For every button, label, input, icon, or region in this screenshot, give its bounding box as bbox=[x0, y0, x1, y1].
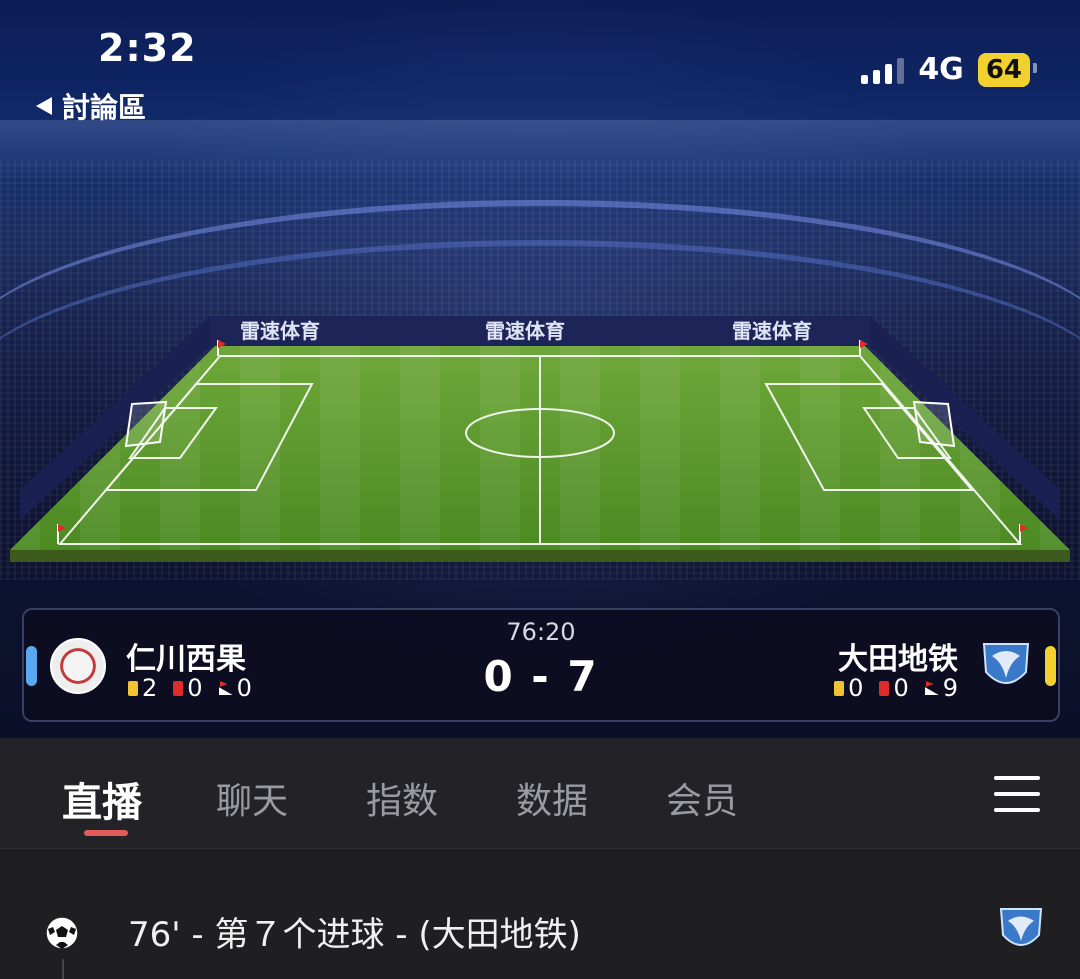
ad-board-text: 雷速体育 bbox=[485, 319, 565, 343]
back-button[interactable]: 討論區 bbox=[36, 86, 146, 126]
scoreboard: 仁川西果 2 0 0 76:20 0 - 7 大田地铁 0 0 9 bbox=[22, 608, 1060, 722]
pitch-illustration: 雷速体育 雷速体育 雷速体育 bbox=[10, 316, 1070, 562]
away-team-logo bbox=[999, 908, 1043, 946]
pitch-view: 雷速体育 雷速体育 雷速体育 bbox=[0, 300, 1080, 580]
away-team-color-bar bbox=[1045, 646, 1056, 686]
live-feed: 76' - 第７个进球 - (大田地铁) bbox=[0, 849, 1080, 979]
soccer-ball-icon bbox=[45, 916, 79, 950]
yellow-card-icon bbox=[834, 680, 845, 696]
event-text: 76' - 第７个进球 - (大田地铁) bbox=[128, 915, 581, 955]
away-team-logo[interactable] bbox=[980, 638, 1032, 690]
menu-icon[interactable] bbox=[994, 776, 1040, 812]
away-yellow-cards: 0 bbox=[848, 674, 864, 702]
back-label: 討論區 bbox=[62, 91, 147, 124]
red-card-icon bbox=[879, 680, 890, 696]
ad-board-text: 雷速体育 bbox=[732, 319, 812, 343]
away-team-name[interactable]: 大田地铁 bbox=[838, 634, 958, 678]
status-indicators: 4G 64 bbox=[861, 52, 1038, 87]
tab-data[interactable]: 数据 bbox=[516, 772, 588, 824]
active-tab-indicator bbox=[84, 830, 128, 836]
tab-live[interactable]: 直播 bbox=[62, 770, 142, 828]
corner-flag-icon bbox=[925, 681, 939, 695]
battery-icon: 64 bbox=[977, 52, 1038, 87]
signal-icon bbox=[861, 56, 905, 84]
status-time: 2:32 bbox=[98, 26, 197, 70]
tab-odds[interactable]: 指数 bbox=[366, 772, 438, 824]
tab-bar: 直播 聊天 指数 数据 会员 bbox=[0, 738, 1080, 849]
back-arrow-icon bbox=[36, 97, 52, 115]
tab-chat[interactable]: 聊天 bbox=[216, 772, 288, 824]
timeline-line bbox=[62, 959, 64, 979]
ad-board-text: 雷速体育 bbox=[240, 319, 320, 343]
network-type: 4G bbox=[918, 52, 964, 87]
match-header: 2:32 討論區 4G 64 雷速体育 雷速体育 雷速体育 仁川西果 2 0 0… bbox=[0, 0, 1080, 738]
away-team-stats: 0 0 9 bbox=[834, 674, 958, 702]
tab-membership[interactable]: 会员 bbox=[666, 772, 738, 824]
away-red-cards: 0 bbox=[893, 674, 909, 702]
away-corners: 9 bbox=[942, 674, 958, 702]
